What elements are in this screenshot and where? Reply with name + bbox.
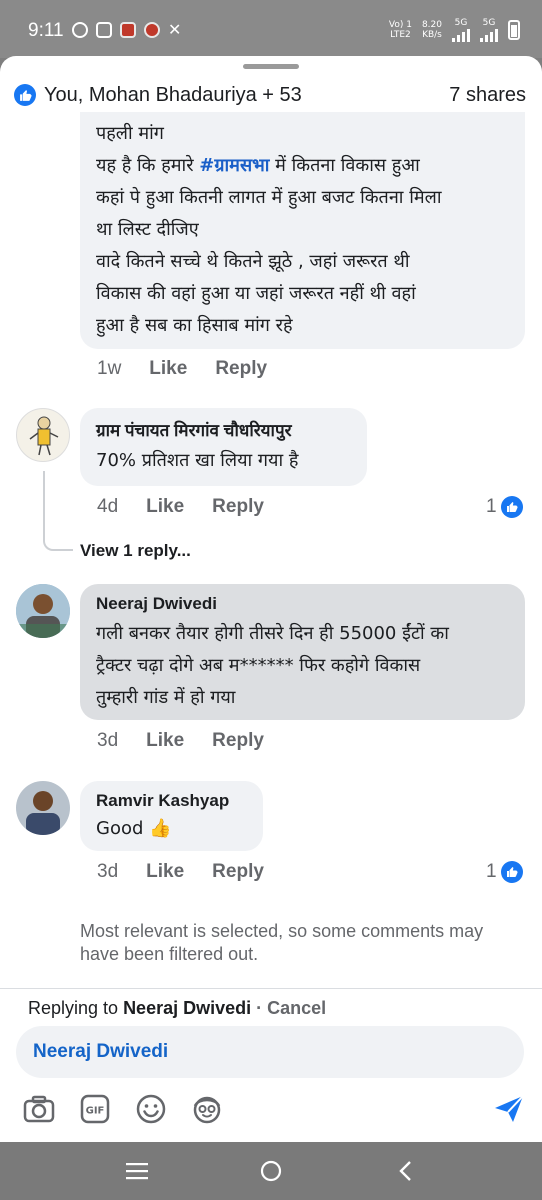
comment-bubble-selected[interactable]: Neeraj Dwivedi गली बनकर तैयार होगी तीसरे…: [80, 584, 525, 720]
like-button[interactable]: Like: [146, 861, 184, 883]
hashtag-link[interactable]: #ग्रामसभा: [199, 155, 269, 176]
reactions-row: You, Mohan Bhadauriya + 53 7 shares: [14, 82, 526, 108]
reply-button[interactable]: Reply: [215, 358, 267, 380]
comment-bubble[interactable]: ग्राम पंचायत मिरगांव चौधरियापुर 70% प्रत…: [80, 408, 367, 486]
comments-sheet: You, Mohan Bhadauriya + 53 7 shares पहली…: [0, 56, 542, 1142]
signal-bars-icon-2: [480, 28, 498, 42]
comment-time: 3d: [97, 730, 119, 751]
comment-text: 70% प्रतिशत खा लिया गया है: [96, 450, 299, 471]
comment-time: 4d: [97, 496, 119, 517]
comment-text: Good 👍: [96, 818, 172, 839]
signal-bars-icon: [452, 28, 470, 42]
comment-compose-box[interactable]: [16, 1026, 524, 1078]
comment-time: 3d: [97, 861, 119, 882]
comment-like-count[interactable]: 1: [486, 496, 523, 518]
notification-icons: ✕: [72, 22, 181, 38]
avatar[interactable]: [16, 781, 70, 835]
like-button[interactable]: Like: [149, 358, 187, 380]
replying-to-label: Replying to Neeraj Dwivedi · Cancel: [28, 998, 327, 1018]
comment-input[interactable]: [33, 1041, 507, 1063]
filter-note: Most relevant is selected, so some comme…: [80, 921, 484, 964]
sim2-signal: 5G: [480, 18, 498, 42]
instagram-icon: [96, 22, 112, 38]
comment-time: 1w: [97, 358, 122, 379]
reply-target-name: Neeraj Dwivedi: [123, 998, 252, 1018]
comment-author[interactable]: ग्राम पंचायत मिरगांव चौधरियापुर: [96, 418, 351, 441]
comment-actions: 1w Like Reply: [97, 358, 267, 380]
app-notification-icon: [120, 22, 136, 38]
home-icon[interactable]: [251, 1151, 291, 1191]
divider: [0, 988, 542, 989]
system-navigation-bar: [0, 1142, 542, 1200]
whatsapp-icon: [72, 22, 88, 38]
comment-author[interactable]: Neeraj Dwivedi: [96, 594, 509, 614]
drag-handle[interactable]: [243, 64, 299, 69]
avatar[interactable]: [16, 408, 70, 462]
like-button[interactable]: Like: [146, 730, 184, 752]
gif-icon[interactable]: GIF: [78, 1092, 112, 1126]
comment-author[interactable]: Ramvir Kashyap: [96, 791, 247, 811]
avatar[interactable]: [16, 584, 70, 638]
comment-bubble[interactable]: पहली मांग यह है कि हमारे #ग्रामसभा में क…: [80, 112, 525, 349]
status-time: 9:11: [28, 20, 64, 41]
thread-connector: [43, 471, 73, 551]
cancel-reply-button[interactable]: Cancel: [267, 998, 326, 1018]
like-badge-icon: [14, 84, 36, 106]
network-speed: 8.20 KB/s: [421, 20, 442, 40]
comment-actions: 3d Like Reply: [97, 861, 264, 883]
send-icon[interactable]: [492, 1092, 526, 1126]
like-badge-icon: [500, 861, 523, 883]
menu-icon[interactable]: [117, 1151, 157, 1191]
comment-text: पहली मांग यह है कि हमारे #ग्रामसभा में क…: [96, 123, 442, 336]
reply-button[interactable]: Reply: [212, 730, 264, 752]
shares-count[interactable]: 7 shares: [449, 84, 526, 107]
back-icon[interactable]: [385, 1151, 425, 1191]
comment-actions: 3d Like Reply: [97, 730, 264, 752]
comment-actions: 4d Like Reply: [97, 496, 264, 518]
comment-bubble[interactable]: Ramvir Kashyap Good 👍: [80, 781, 263, 851]
like-button[interactable]: Like: [146, 496, 184, 518]
reply-button[interactable]: Reply: [212, 496, 264, 518]
camera-icon[interactable]: [22, 1092, 56, 1126]
app-notification-icon-2: [144, 22, 160, 38]
network-label: Vo) 1 LTE2: [388, 20, 412, 40]
reactions-summary[interactable]: You, Mohan Bhadauriya + 53: [44, 84, 302, 107]
sim1-signal: 5G: [452, 18, 470, 42]
like-badge-icon: [500, 496, 523, 518]
reply-button[interactable]: Reply: [212, 861, 264, 883]
avatar-sticker-icon[interactable]: [190, 1092, 224, 1126]
view-replies-link[interactable]: View 1 reply...: [80, 541, 191, 561]
comment-text: गली बनकर तैयार होगी तीसरे दिन ही 55000 ई…: [96, 623, 449, 708]
emoji-icon[interactable]: [134, 1092, 168, 1126]
compose-toolbar: GIF: [22, 1092, 526, 1126]
battery-icon: [508, 20, 520, 40]
status-bar: 9:11 ✕ Vo) 1 LTE2 8.20 KB/s 5G 5G: [0, 0, 542, 58]
x-app-icon: ✕: [168, 20, 182, 39]
svg-text:GIF: GIF: [86, 1106, 105, 1117]
comment-like-count[interactable]: 1: [486, 861, 523, 883]
status-right: Vo) 1 LTE2 8.20 KB/s 5G 5G: [389, 18, 520, 42]
